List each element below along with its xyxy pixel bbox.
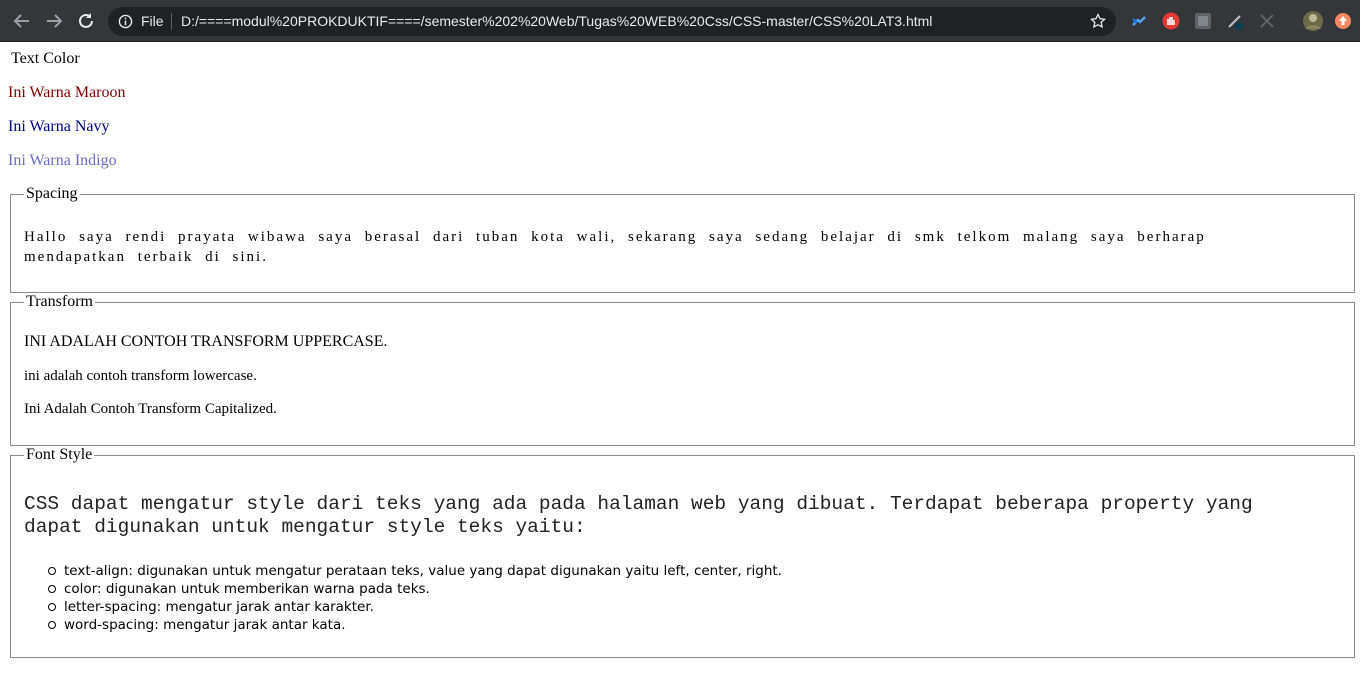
browser-toolbar: File D:/====modul%20PROKDUKTIF====/semes…: [0, 0, 1360, 42]
reload-icon[interactable]: [75, 10, 97, 32]
text-color-heading: Text Color: [11, 50, 80, 67]
spacing-paragraph: Hallo saya rendi prayata wibawa saya ber…: [24, 229, 1206, 265]
list-item: word-spacing: mengatur jarak antar kata.: [48, 616, 782, 634]
back-arrow-icon[interactable]: [11, 10, 33, 32]
info-icon[interactable]: [118, 14, 133, 29]
font-style-legend: Font Style: [24, 446, 95, 463]
spacing-fieldset: Spacing Hallo saya rendi prayata wibawa …: [10, 186, 1355, 293]
font-style-fieldset: Font Style CSS dapat mengatur style dari…: [10, 447, 1355, 658]
lowercase-text: ini adalah contoh transform lowercase.: [24, 368, 257, 384]
bookmark-star-icon[interactable]: [1090, 13, 1106, 29]
navy-text: Ini Warna Navy: [8, 118, 110, 135]
font-style-intro: CSS dapat mengatur style dari teks yang …: [24, 493, 1253, 538]
list-item: text-align: digunakan untuk mengatur per…: [48, 563, 782, 579]
url-text[interactable]: D:/====modul%20PROKDUKTIF====/semester%2…: [181, 13, 932, 29]
list-item: color: digunakan untuk memberikan warna …: [48, 580, 782, 598]
address-bar[interactable]: File D:/====modul%20PROKDUKTIF====/semes…: [108, 7, 1116, 36]
capitalized-text: Ini Adalah Contoh Transform Capitalized.: [24, 401, 277, 417]
property-list: text-align: digunakan untuk mengatur per…: [48, 562, 782, 634]
transform-legend: Transform: [24, 293, 95, 310]
update-orange-icon[interactable]: [1334, 12, 1352, 30]
extension-x-icon[interactable]: [1258, 12, 1276, 30]
forward-arrow-icon[interactable]: [43, 10, 65, 32]
maroon-text: Ini Warna Maroon: [8, 84, 126, 101]
extension-hand-icon[interactable]: [1162, 12, 1180, 30]
uppercase-text: INI ADALAH CONTOH TRANSFORM UPPERCASE.: [24, 333, 388, 350]
spacing-legend: Spacing: [24, 185, 80, 202]
transform-fieldset: Transform INI ADALAH CONTOH TRANSFORM UP…: [10, 294, 1355, 446]
address-divider: [171, 13, 172, 30]
profile-avatar-icon[interactable]: [1302, 10, 1324, 32]
extension-pen-icon[interactable]: [1226, 12, 1244, 30]
indigo-text: Ini Warna Indigo: [8, 152, 117, 169]
extension-blue-icon[interactable]: [1130, 12, 1148, 30]
extension-grey-square-icon[interactable]: [1194, 12, 1212, 30]
list-item: letter-spacing: mengatur jarak antar kar…: [48, 598, 782, 616]
scheme-label: File: [141, 13, 164, 29]
